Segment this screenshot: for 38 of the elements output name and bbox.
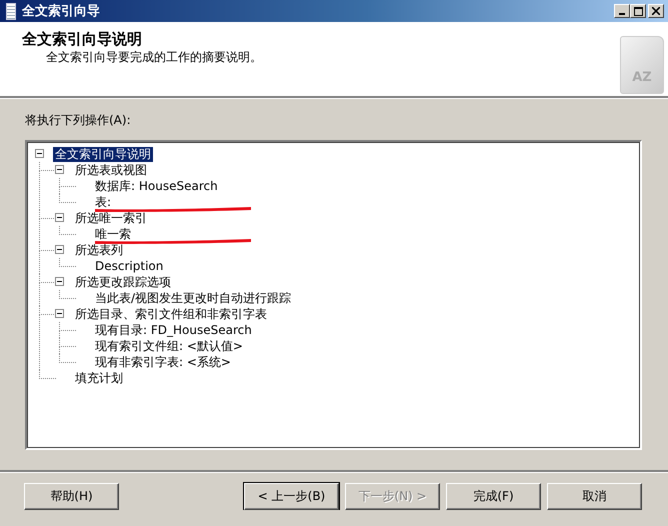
collapse-icon[interactable]: [55, 277, 64, 286]
window-icon: [6, 2, 16, 20]
collapse-icon[interactable]: [35, 149, 44, 158]
collapse-icon[interactable]: [55, 309, 64, 318]
maximize-icon: [634, 6, 642, 16]
tree-item[interactable]: Description: [93, 258, 166, 274]
actions-label: 将执行下列操作(A):: [25, 112, 132, 129]
collapse-icon[interactable]: [55, 165, 64, 174]
tree-item[interactable]: 填充计划: [73, 370, 125, 386]
wizard-button[interactable]: < 上一步(B): [244, 483, 339, 510]
tree-item[interactable]: 所选目录、索引文件组和非索引字表: [73, 306, 269, 322]
close-button[interactable]: [648, 4, 664, 18]
tree-line: [59, 226, 76, 235]
tree-item[interactable]: 所选更改跟踪选项: [73, 274, 173, 290]
tree-item[interactable]: 所选表或视图: [73, 162, 149, 178]
tree-line: [59, 290, 76, 299]
tree-item[interactable]: 现有非索引字表: <系统>: [93, 354, 233, 370]
close-icon: [652, 7, 660, 15]
tree-item[interactable]: 现有索引文件组: <默认值>: [93, 338, 245, 354]
tree-item[interactable]: 唯一索: [93, 226, 133, 242]
wizard-button[interactable]: 取消: [547, 483, 642, 510]
wizard-button[interactable]: 完成(F): [446, 483, 541, 510]
header-subtitle: 全文索引向导要完成的工作的摘要说明。: [45, 49, 263, 66]
tree-item[interactable]: 数据库: HouseSearch: [93, 178, 220, 194]
minimize-button[interactable]: [614, 4, 630, 18]
tree-item[interactable]: 当此表/视图发生更改时自动进行跟踪: [93, 290, 294, 306]
tree-item[interactable]: 全文索引向导说明: [53, 146, 153, 162]
tree-item[interactable]: 所选表列: [73, 242, 125, 258]
tree-item[interactable]: 所选唯一索引: [73, 210, 149, 226]
wizard-button[interactable]: 帮助(H): [24, 483, 119, 510]
maximize-button[interactable]: [630, 4, 646, 18]
tree-item[interactable]: 表:: [93, 194, 114, 210]
collapse-icon[interactable]: [55, 245, 64, 254]
header-title: 全文索引向导说明: [22, 30, 143, 49]
window-title: 全文索引向导: [22, 2, 101, 20]
collapse-icon[interactable]: [55, 213, 64, 222]
tree-line: [59, 258, 76, 267]
tree-item[interactable]: 现有目录: FD_HouseSearch: [93, 322, 254, 338]
